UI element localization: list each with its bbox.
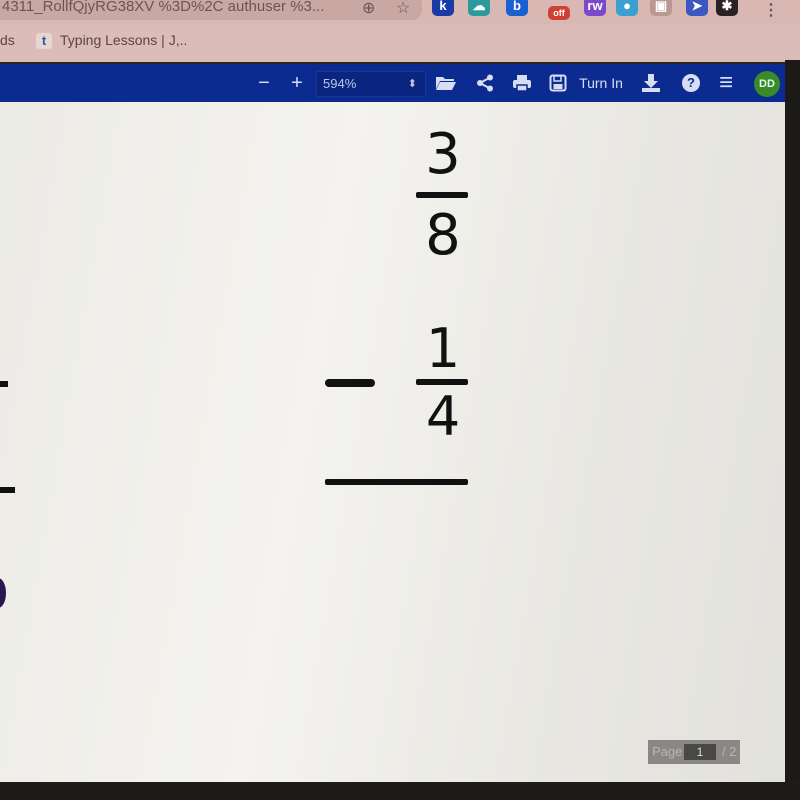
page-total: / 2 — [722, 744, 737, 759]
circle-extension-icon[interactable]: ● — [616, 0, 638, 16]
fraction2-numerator: 1 — [425, 317, 461, 380]
page-indicator: Page 1 / 2 — [648, 740, 740, 764]
screen-bezel-bottom — [0, 782, 800, 800]
browser-menu-icon[interactable]: ⋮ — [763, 0, 779, 20]
share-icon[interactable] — [474, 64, 496, 102]
zoom-level-value: 594% — [323, 76, 357, 91]
fraction1-denominator: 8 — [425, 203, 461, 268]
clipped-fraction-bar — [0, 381, 8, 387]
k-extension-icon[interactable]: k — [432, 0, 454, 16]
fraction2-denominator: 4 — [425, 385, 461, 448]
puzzle-extension-icon[interactable]: ✱ — [716, 0, 738, 16]
download-icon[interactable] — [640, 64, 662, 102]
page-number-input[interactable]: 1 — [684, 744, 716, 760]
page-label: Page — [652, 744, 683, 759]
bookmark-apps[interactable]: ds — [0, 32, 15, 48]
bookmark-label: Typing Lessons | J,.. — [60, 32, 188, 48]
fraction1-numerator: 3 — [425, 122, 461, 187]
help-icon[interactable]: ? — [680, 64, 702, 102]
clipped-answer-line — [0, 487, 15, 493]
install-icon[interactable]: ⊕ — [362, 0, 375, 18]
answer-line — [325, 479, 468, 485]
off-extension-icon[interactable]: off — [548, 6, 570, 20]
print-icon[interactable] — [510, 64, 534, 102]
help-glyph: ? — [682, 74, 700, 93]
bookmark-typing-lessons[interactable]: t Typing Lessons | J,.. — [36, 32, 188, 50]
open-folder-icon[interactable] — [434, 64, 458, 102]
zoom-in-button[interactable]: + — [288, 64, 306, 102]
browser-url-bar: 4311_RollfQjyRG38XV %3D%2C authuser %3..… — [0, 0, 800, 24]
menu-icon[interactable]: ≡ — [714, 64, 738, 102]
screen-bezel-right — [785, 60, 800, 800]
viewer-toolbar: − + 594% ⬍ Turn In ? ≡ DD — [0, 64, 785, 102]
turn-in-button[interactable]: Turn In — [576, 64, 626, 102]
cloud-extension-icon[interactable]: ☁ — [468, 0, 490, 16]
rw-extension-icon[interactable]: rw — [584, 0, 606, 16]
zoom-out-button[interactable]: − — [255, 64, 273, 102]
minus-operator — [325, 379, 375, 387]
fraction1-bar — [416, 192, 468, 198]
zoom-level-select[interactable]: 594% ⬍ — [316, 71, 426, 97]
bookmarks-bar: ds t Typing Lessons | J,.. — [0, 24, 800, 62]
address-bar[interactable]: 4311_RollfQjyRG38XV %3D%2C authuser %3..… — [0, 0, 422, 20]
url-text: 4311_RollfQjyRG38XV %3D%2C authuser %3..… — [2, 0, 325, 15]
select-arrows-icon: ⬍ — [407, 78, 417, 90]
cursor-extension-icon[interactable]: ➤ — [686, 0, 708, 16]
save-icon[interactable] — [548, 64, 568, 102]
user-avatar[interactable]: DD — [754, 71, 780, 97]
screenshot-extension-icon[interactable]: ▣ — [650, 0, 672, 16]
bookmark-star-icon[interactable]: ☆ — [396, 0, 410, 18]
b-extension-icon[interactable]: b — [506, 0, 528, 16]
document-page — [0, 102, 785, 782]
typing-favicon-icon: t — [36, 33, 52, 50]
